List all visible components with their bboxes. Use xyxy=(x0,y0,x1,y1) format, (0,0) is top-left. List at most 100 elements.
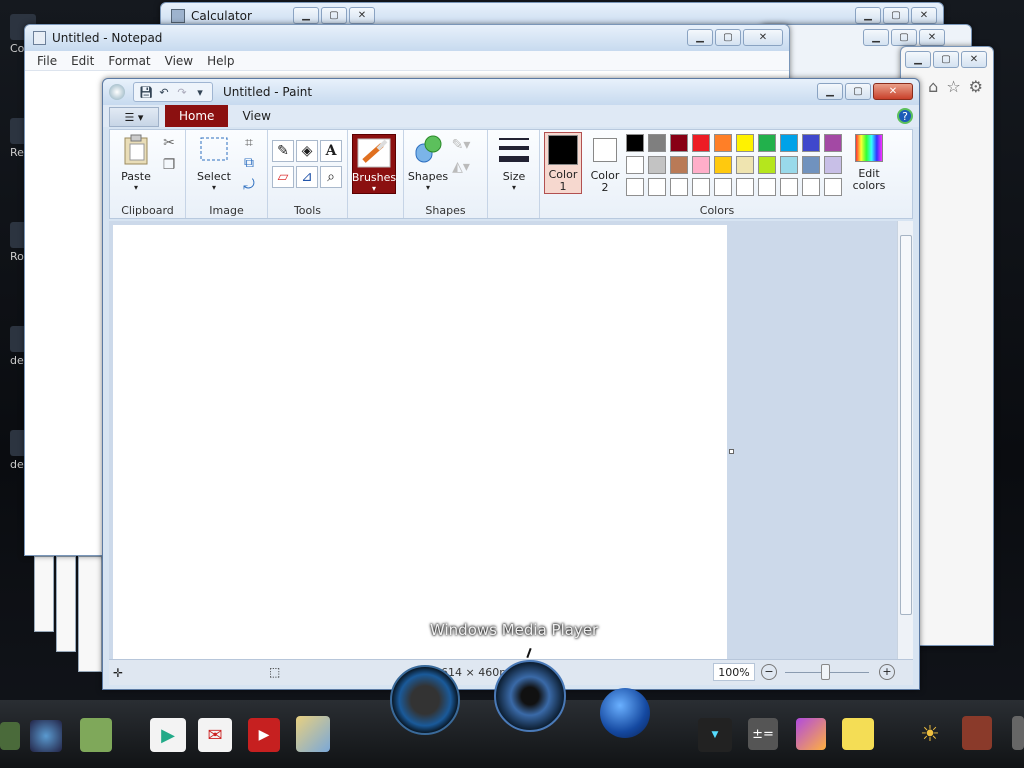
palette-swatch[interactable] xyxy=(692,156,710,174)
palette-swatch[interactable] xyxy=(692,134,710,152)
menu-edit[interactable]: Edit xyxy=(71,54,94,68)
shapes-button[interactable]: Shapes ▾ xyxy=(408,134,448,192)
menu-help[interactable]: Help xyxy=(207,54,234,68)
dock-trash[interactable] xyxy=(962,716,992,750)
menu-view[interactable]: View xyxy=(165,54,193,68)
notepad-minimize-button[interactable]: ▁ xyxy=(687,29,713,46)
zoom-in-icon[interactable]: + xyxy=(879,664,895,680)
paste-button[interactable]: Paste ▾ xyxy=(116,134,156,192)
scrollbar-thumb[interactable] xyxy=(900,235,912,615)
palette-swatch[interactable] xyxy=(626,178,644,196)
help-icon[interactable]: ? xyxy=(897,108,913,124)
pencil-icon[interactable]: ✎ xyxy=(272,140,294,162)
zoom-slider-thumb[interactable] xyxy=(821,664,830,680)
home-icon[interactable]: ⌂ xyxy=(928,77,938,96)
dock-youtube[interactable]: ▶ xyxy=(248,718,280,752)
menu-format[interactable]: Format xyxy=(108,54,150,68)
dock-weather[interactable]: ☀ xyxy=(914,718,946,750)
palette-swatch[interactable] xyxy=(780,156,798,174)
select-button[interactable]: Select ▾ xyxy=(192,134,236,192)
canvas-resize-handle[interactable] xyxy=(729,449,734,454)
palette-swatch[interactable] xyxy=(714,156,732,174)
paint-window[interactable]: 💾︎ ↶ ↷ ▾ Untitled - Paint ▁ ▢ ✕ ☰ ▾ Home… xyxy=(102,78,920,690)
palette-swatch[interactable] xyxy=(780,178,798,196)
zoom-out-icon[interactable]: − xyxy=(761,664,777,680)
palette-swatch[interactable] xyxy=(824,134,842,152)
palette-swatch[interactable] xyxy=(758,134,776,152)
dock-gmail[interactable]: ✉ xyxy=(198,718,232,752)
undo-icon[interactable]: ↶ xyxy=(156,84,172,100)
redo-icon[interactable]: ↷ xyxy=(174,84,190,100)
palette-swatch[interactable] xyxy=(758,178,776,196)
browser-minimize-button[interactable]: ▁ xyxy=(905,51,931,68)
notepad-maximize-button[interactable]: ▢ xyxy=(715,29,741,46)
calc2-close-button[interactable]: ✕ xyxy=(911,7,937,24)
palette-swatch[interactable] xyxy=(802,134,820,152)
palette-swatch[interactable] xyxy=(780,134,798,152)
paint-close-button[interactable]: ✕ xyxy=(873,83,913,100)
dock-globe-orb[interactable] xyxy=(600,688,650,738)
dock-sticky-notes[interactable] xyxy=(842,718,874,750)
eraser-icon[interactable]: ▱ xyxy=(272,166,294,188)
customize-qat-icon[interactable]: ▾ xyxy=(192,84,208,100)
dock-globe-app[interactable] xyxy=(30,720,62,752)
magnifier-icon[interactable]: ⌕ xyxy=(320,166,342,188)
palette-swatch[interactable] xyxy=(648,178,666,196)
dock-app-partial-right[interactable] xyxy=(1012,716,1024,750)
tab-view[interactable]: View xyxy=(228,105,284,127)
save-icon[interactable]: 💾︎ xyxy=(138,84,154,100)
dock-maps[interactable] xyxy=(296,716,330,752)
palette-swatch[interactable] xyxy=(714,134,732,152)
dock-android-folder[interactable] xyxy=(80,718,112,752)
dock-paint-app[interactable] xyxy=(796,718,826,750)
notepad-close-button[interactable]: ✕ xyxy=(743,29,783,46)
dock-color-app[interactable]: ▼ xyxy=(698,718,732,752)
calc-minimize-button[interactable]: ▁ xyxy=(293,7,319,24)
browser-maximize-button[interactable]: ▢ xyxy=(933,51,959,68)
palette-swatch[interactable] xyxy=(648,134,666,152)
bg-close-button[interactable]: ✕ xyxy=(919,29,945,46)
brushes-button[interactable]: Brushes ▾ xyxy=(352,134,396,194)
fill-bucket-icon[interactable]: ◈ xyxy=(296,140,318,162)
outline-icon[interactable]: ✎▾ xyxy=(452,136,471,154)
resize-icon[interactable]: ⧉ xyxy=(240,154,258,172)
palette-swatch[interactable] xyxy=(736,134,754,152)
drawing-canvas[interactable] xyxy=(113,225,727,659)
palette-swatch[interactable] xyxy=(670,156,688,174)
rotate-icon[interactable]: ⤾ xyxy=(240,176,258,194)
color2-button[interactable]: Color 2 xyxy=(586,132,624,194)
cut-icon[interactable]: ✂ xyxy=(160,134,178,152)
settings-gear-icon[interactable]: ⚙ xyxy=(969,77,983,96)
crop-icon[interactable]: ⌗ xyxy=(240,134,258,152)
paint-menu-button[interactable]: ☰ ▾ xyxy=(109,107,159,127)
fill-icon[interactable]: ◭▾ xyxy=(452,158,470,176)
bg-maximize-button[interactable]: ▢ xyxy=(891,29,917,46)
palette-swatch[interactable] xyxy=(714,178,732,196)
palette-swatch[interactable] xyxy=(626,134,644,152)
vertical-scrollbar[interactable] xyxy=(897,221,913,659)
paint-maximize-button[interactable]: ▢ xyxy=(845,83,871,100)
palette-swatch[interactable] xyxy=(648,156,666,174)
text-tool-icon[interactable]: A xyxy=(320,140,342,162)
calc-maximize-button[interactable]: ▢ xyxy=(321,7,347,24)
palette-swatch[interactable] xyxy=(802,156,820,174)
edit-colors-button[interactable]: Edit colors xyxy=(846,132,892,192)
color-picker-icon[interactable]: ⊿ xyxy=(296,166,318,188)
palette-swatch[interactable] xyxy=(736,156,754,174)
dock-media-orb-1[interactable] xyxy=(390,665,460,735)
dock-calculator[interactable]: ±= xyxy=(748,718,778,750)
dock-app-partial[interactable] xyxy=(0,722,20,750)
palette-swatch[interactable] xyxy=(692,178,710,196)
dock-windows-media-player[interactable] xyxy=(494,660,566,732)
copy-icon[interactable]: ❐ xyxy=(160,156,178,174)
browser-close-button[interactable]: ✕ xyxy=(961,51,987,68)
palette-swatch[interactable] xyxy=(670,178,688,196)
paint-minimize-button[interactable]: ▁ xyxy=(817,83,843,100)
calc-close-button[interactable]: ✕ xyxy=(349,7,375,24)
palette-swatch[interactable] xyxy=(736,178,754,196)
palette-swatch[interactable] xyxy=(758,156,776,174)
tab-home[interactable]: Home xyxy=(165,105,229,127)
palette-swatch[interactable] xyxy=(824,156,842,174)
palette-swatch[interactable] xyxy=(626,156,644,174)
palette-swatch[interactable] xyxy=(824,178,842,196)
